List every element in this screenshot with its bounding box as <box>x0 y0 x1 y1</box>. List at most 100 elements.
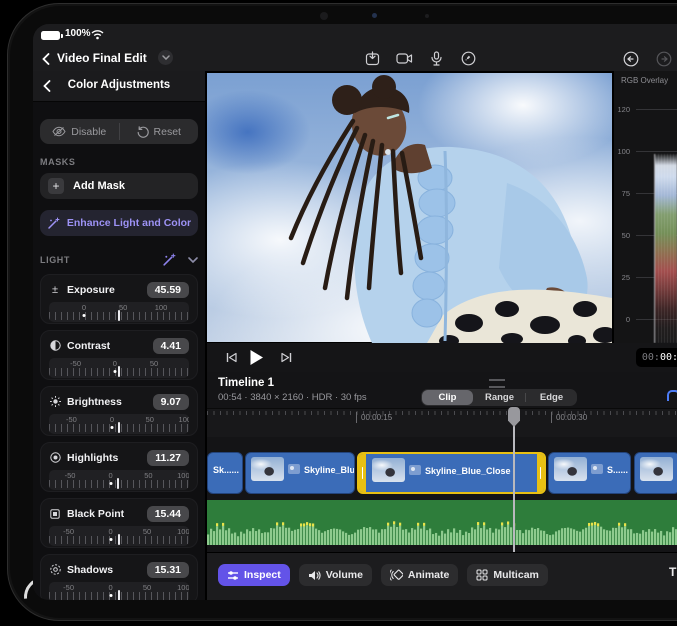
scale-label: -50 <box>66 415 77 424</box>
rgb-overlay-scope: RGB Overlay 120 100 75 50 25 0 -20 <box>612 71 677 343</box>
project-title[interactable]: Video Final Edit <box>57 51 147 65</box>
slider-ruler[interactable]: -50 0 50 100 <box>49 470 189 490</box>
slider-value[interactable]: 45.59 <box>147 282 189 298</box>
slider-ruler[interactable]: -50 0 50 100 <box>49 582 189 600</box>
multicam-button[interactable]: Multicam <box>467 564 548 586</box>
slider-name: Exposure <box>67 284 141 296</box>
battery-icon <box>41 31 60 40</box>
slider-value[interactable]: 4.41 <box>153 338 189 354</box>
slider-name: Brightness <box>67 396 147 408</box>
origin-dot <box>109 538 112 541</box>
photo-icon <box>409 465 421 475</box>
inspect-button[interactable]: Inspect <box>218 564 290 586</box>
trim-handle-left[interactable] <box>359 454 366 492</box>
light-collapse-chevron-icon[interactable] <box>188 257 198 263</box>
slider-ruler[interactable]: -50 0 50 100 <box>49 526 189 546</box>
panel-header: Color Adjustments <box>33 71 205 102</box>
mode-clip[interactable]: Clip <box>422 390 473 405</box>
value-marker[interactable] <box>118 310 120 321</box>
value-marker[interactable] <box>117 478 119 489</box>
camera-icon <box>396 52 413 65</box>
ruler-ticks <box>207 411 677 415</box>
audio-track[interactable] <box>207 500 677 545</box>
scale-label: 50 <box>143 527 151 536</box>
scale-label: 0 <box>109 583 113 592</box>
eye-slash-icon <box>52 126 66 137</box>
timeline-name: Timeline 1 <box>218 377 274 389</box>
clip[interactable]: Sk...... <box>207 452 243 494</box>
enhance-button[interactable]: Enhance Light and Color <box>40 210 198 236</box>
timeline-drag-handle[interactable] <box>489 379 505 388</box>
app-screen: 100% Video Final Edit <box>33 24 677 600</box>
scale-label: 0 <box>109 527 113 536</box>
scale-label: 50 <box>146 415 154 424</box>
animate-button[interactable]: Animate <box>381 564 458 586</box>
next-frame-button[interactable] <box>281 352 292 363</box>
clipped-edge-button[interactable]: T <box>669 565 677 579</box>
pencil-tools-button[interactable] <box>459 49 478 68</box>
volume-label: Volume <box>326 569 363 581</box>
slider-value[interactable]: 15.44 <box>147 506 189 522</box>
value-marker[interactable] <box>118 422 120 433</box>
play-button[interactable] <box>249 349 264 366</box>
status-bar: 100% <box>33 24 677 46</box>
volume-button[interactable]: Volume <box>299 564 372 586</box>
scale-label: 0 <box>110 415 114 424</box>
camera-sensor-dot <box>372 13 377 18</box>
photo-icon <box>288 464 300 474</box>
multicam-label: Multicam <box>493 569 539 581</box>
plus-icon: + <box>48 178 64 194</box>
clip[interactable]: S...... <box>548 452 631 494</box>
slider-ruler[interactable]: -50 0 50 100 <box>49 414 189 434</box>
light-header-label: LIGHT <box>40 255 162 265</box>
scale-label: 0 <box>82 303 86 312</box>
magic-wand-icon <box>47 217 60 230</box>
record-video-button[interactable] <box>395 49 414 68</box>
clip[interactable]: Skyline_Blue_Wide <box>245 452 355 494</box>
video-preview[interactable] <box>207 71 612 343</box>
front-camera <box>320 12 328 20</box>
animate-label: Animate <box>408 569 449 581</box>
snapping-icon[interactable] <box>667 390 677 401</box>
add-mask-button[interactable]: + Add Mask <box>40 173 198 199</box>
value-marker[interactable] <box>118 590 120 600</box>
project-dropdown-button[interactable] <box>158 50 173 65</box>
scope-tick: 120 <box>614 109 677 117</box>
scale-label: 50 <box>150 359 158 368</box>
wifi-icon <box>91 29 104 40</box>
scale-label: -50 <box>63 527 74 536</box>
contrast-icon <box>49 340 61 351</box>
redo-icon <box>656 51 672 67</box>
playhead-line[interactable] <box>513 412 515 552</box>
camera-sensor-dot-2 <box>425 14 429 18</box>
value-marker[interactable] <box>118 534 120 545</box>
value-marker[interactable] <box>118 366 120 377</box>
origin-dot <box>111 426 114 429</box>
record-audio-button[interactable] <box>427 49 446 68</box>
redo-button[interactable] <box>654 49 673 68</box>
mode-edge[interactable]: Edge <box>526 389 577 406</box>
slider-ruler[interactable]: 0 50 100 <box>49 302 189 322</box>
clip[interactable] <box>634 452 677 494</box>
slider-exposure: ± Exposure 45.59 0 50 100 <box>40 274 198 324</box>
pencil-circle-icon <box>461 51 476 66</box>
timecode-display[interactable]: 00:00:27:17 <box>636 348 677 367</box>
slider-value[interactable]: 11.27 <box>147 450 189 466</box>
reset-button[interactable]: Reset <box>120 119 199 144</box>
slider-ruler[interactable]: -50 0 50 <box>49 358 189 378</box>
photo-icon <box>591 464 603 474</box>
enhance-label: Enhance Light and Color <box>67 217 191 229</box>
mode-range[interactable]: Range <box>474 389 525 406</box>
import-button[interactable] <box>363 49 382 68</box>
back-chevron-icon[interactable] <box>42 53 50 65</box>
timeline-ruler[interactable]: 00:00:15 00:00:30 <box>207 408 677 437</box>
clip-selected[interactable]: Skyline_Blue_Close <box>357 452 546 494</box>
disable-button[interactable]: Disable <box>40 119 119 144</box>
previous-frame-button[interactable] <box>226 352 237 363</box>
slider-value[interactable]: 15.31 <box>147 562 189 578</box>
trim-handle-right[interactable] <box>537 454 544 492</box>
slider-value[interactable]: 9.07 <box>153 394 189 410</box>
undo-button[interactable] <box>621 49 640 68</box>
slider-highlights: Highlights 11.27 -50 0 50 100 <box>40 442 198 492</box>
slider-brightness: Brightness 9.07 -50 0 50 100 <box>40 386 198 436</box>
